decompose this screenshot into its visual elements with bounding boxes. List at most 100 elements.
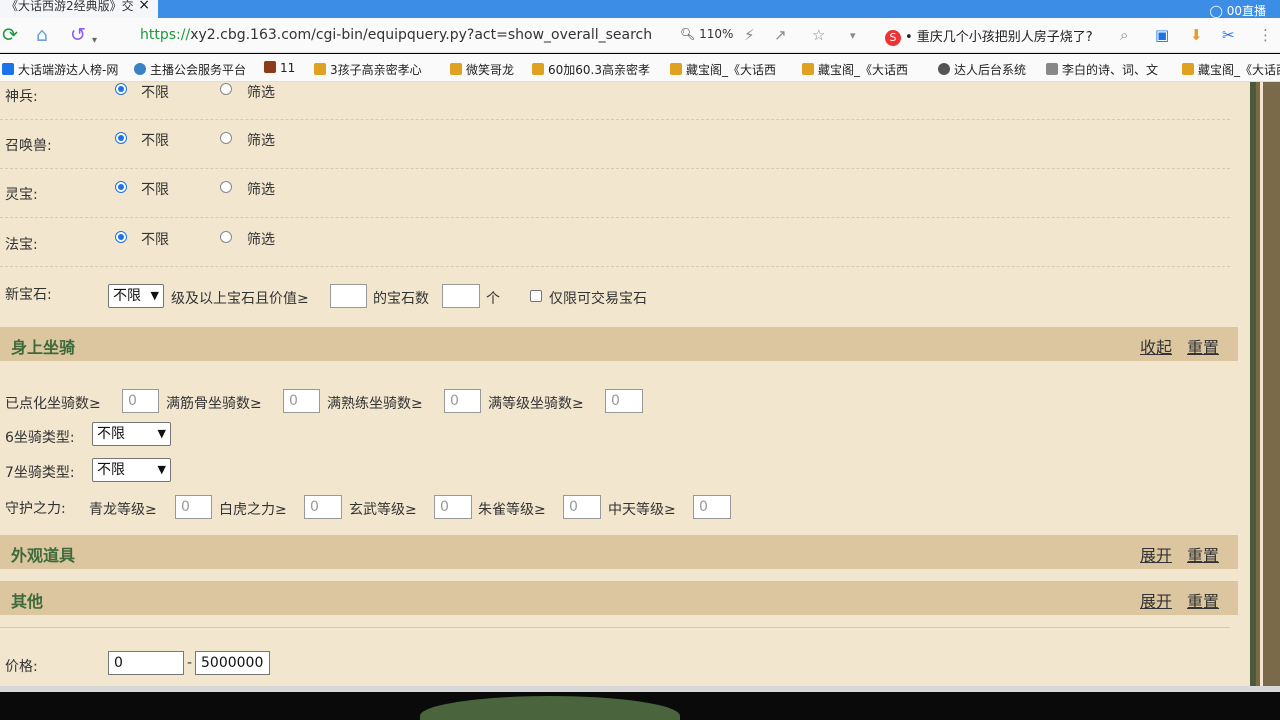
- guard-label: 玄武等级≥: [349, 502, 417, 518]
- filter-label: 法宝:: [5, 237, 38, 253]
- bookmarks-bar: 大话端游达人榜-网 主播公会服务平台 11 3孩子高亲密孝心 微笑哥龙 60加6…: [0, 54, 1280, 82]
- chevron-down-icon[interactable]: ▾: [850, 29, 856, 42]
- zoom-level: 110%: [699, 27, 734, 41]
- radio-filter[interactable]: [220, 83, 232, 95]
- bookmark-item[interactable]: 李白的诗、词、文: [1046, 61, 1168, 78]
- bookmark-item[interactable]: 3孩子高亲密孝心: [314, 61, 434, 78]
- stat-input[interactable]: 0: [444, 389, 481, 413]
- url-path: xy2.cbg.163.com/cgi-bin/equipquery.py?ac…: [190, 27, 653, 43]
- zoom-control[interactable]: 🔍︎ 110%: [680, 27, 733, 41]
- chevron-down-icon[interactable]: ▾: [92, 30, 97, 52]
- bookmark-icon: [532, 63, 544, 75]
- guard-label: 中天等级≥: [608, 502, 676, 518]
- bookmark-item[interactable]: 11: [264, 61, 304, 75]
- bookmark-item[interactable]: 大话端游达人榜-网: [2, 61, 124, 78]
- tools-icon[interactable]: ✂︎: [1222, 26, 1235, 44]
- guardian-power-row: 守护之力: 青龙等级≥ 0 白虎之力≥ 0 玄武等级≥ 0 朱雀等级≥ 0 中天…: [0, 492, 1230, 524]
- bookmark-item[interactable]: 主播公会服务平台: [134, 61, 254, 78]
- expand-link[interactable]: 展开: [1140, 542, 1172, 566]
- page-content: 神兵: 不限 筛选 召唤兽: 不限 筛选 灵宝: 不限 筛选 法宝: 不限 筛选…: [0, 82, 1280, 686]
- filter-label: 新宝石:: [5, 287, 52, 303]
- home-icon[interactable]: ⌂: [36, 24, 48, 46]
- expand-link[interactable]: 展开: [1140, 588, 1172, 612]
- radio-unlimited[interactable]: [115, 132, 127, 144]
- stat-input[interactable]: 0: [605, 389, 643, 413]
- undo-icon[interactable]: ↺: [70, 24, 86, 46]
- filter-row-lingbao: 灵宝: 不限 筛选: [0, 169, 1230, 218]
- bookmark-item[interactable]: 微笑哥龙: [450, 61, 522, 78]
- guard-input[interactable]: 0: [304, 495, 342, 519]
- guardian-label: 守护之力:: [5, 501, 66, 517]
- filter-label: 召唤兽:: [5, 138, 52, 154]
- bookmark-item[interactable]: 藏宝阁_《大话西: [1182, 61, 1280, 78]
- mount-stats-row: 已点化坐骑数≥ 0 满筋骨坐骑数≥ 0 满熟练坐骑数≥ 0 满等级坐骑数≥ 0: [0, 386, 1230, 416]
- radio-unlimited[interactable]: [115, 181, 127, 193]
- guard-label: 朱雀等级≥: [478, 502, 546, 518]
- reset-link[interactable]: 重置: [1187, 542, 1219, 566]
- bookmark-item[interactable]: 60加60.3高亲密孝: [532, 61, 654, 78]
- tab-title: 《大话西游2经典版》交: [6, 0, 134, 13]
- mount-section-header: 身上坐骑 收起 重置: [0, 327, 1238, 361]
- bookmark-icon: [264, 61, 276, 73]
- checkbox-label: 仅限可交易宝石: [549, 291, 647, 307]
- download-icon[interactable]: ⬇︎: [1190, 26, 1203, 44]
- gem-count-input[interactable]: [442, 284, 480, 308]
- section-title: 其他: [11, 592, 44, 611]
- lightning-icon[interactable]: ⚡︎: [744, 26, 755, 44]
- price-separator: -: [187, 655, 193, 671]
- gem-value-input[interactable]: [330, 284, 367, 308]
- url-field[interactable]: https://xy2.cbg.163.com/cgi-bin/equipque…: [140, 27, 652, 43]
- bookmark-icon: [1046, 63, 1058, 75]
- zoom-icon: 🔍︎: [680, 27, 696, 41]
- stat-input[interactable]: 0: [283, 389, 320, 413]
- reset-link[interactable]: 重置: [1187, 334, 1219, 358]
- radio-filter[interactable]: [220, 132, 232, 144]
- radio-filter[interactable]: [220, 181, 232, 193]
- tradable-gem-checkbox[interactable]: [530, 290, 542, 302]
- radio-unlimited[interactable]: [115, 231, 127, 243]
- gem-text: 的宝石数: [373, 291, 429, 307]
- guard-label: 青龙等级≥: [89, 502, 157, 518]
- guard-input[interactable]: 0: [563, 495, 601, 519]
- search-icon[interactable]: ⌕: [1120, 26, 1128, 44]
- stat-label: 满等级坐骑数≥: [488, 396, 584, 412]
- section-title: 身上坐骑: [11, 338, 76, 357]
- radio-label: 筛选: [247, 182, 275, 198]
- share-icon[interactable]: ↗: [774, 26, 787, 44]
- radio-label: 筛选: [247, 133, 275, 149]
- collapse-link[interactable]: 收起: [1140, 334, 1172, 358]
- stat-input[interactable]: 0: [122, 389, 159, 413]
- guard-input[interactable]: 0: [693, 495, 731, 519]
- guard-input[interactable]: 0: [434, 495, 472, 519]
- gem-level-select[interactable]: 不限 ▼: [108, 284, 164, 308]
- translate-icon[interactable]: ▣: [1155, 26, 1169, 44]
- radio-filter[interactable]: [220, 231, 232, 243]
- mount6-type-select[interactable]: 不限 ▼: [92, 422, 171, 446]
- stat-label: 满筋骨坐骑数≥: [166, 396, 262, 412]
- bookmark-item[interactable]: 藏宝阁_《大话西: [802, 61, 922, 78]
- horizontal-scrollbar[interactable]: [0, 686, 1280, 692]
- bookmark-item[interactable]: 藏宝阁_《大话西: [670, 61, 788, 78]
- star-icon[interactable]: ☆: [812, 26, 825, 44]
- mount7-type-row: 7坐骑类型: 不限 ▼: [0, 457, 1230, 485]
- chevron-down-icon: ▼: [150, 289, 159, 302]
- chevron-down-icon: ▼: [157, 427, 166, 440]
- gem-text: 个: [486, 291, 500, 307]
- browser-tab[interactable]: 《大话西游2经典版》交 ×: [0, 0, 158, 18]
- bookmark-item[interactable]: 达人后台系统: [938, 61, 1036, 78]
- mount-type-label: 6坐骑类型:: [5, 430, 75, 446]
- guard-input[interactable]: 0: [175, 495, 212, 519]
- reset-link[interactable]: 重置: [1187, 588, 1219, 612]
- radio-unlimited[interactable]: [115, 83, 127, 95]
- grid-icon[interactable]: ⋮: [1258, 26, 1273, 44]
- news-ticker[interactable]: S • 重庆几个小孩把别人房子烧了?: [885, 26, 1093, 46]
- bookmark-icon: [670, 63, 682, 75]
- other-section-header: 其他 展开 重置: [0, 581, 1238, 615]
- price-max-input[interactable]: 5000000: [195, 651, 270, 675]
- globe-icon: [938, 63, 950, 75]
- price-min-input[interactable]: 0: [108, 651, 184, 675]
- tab-close-icon[interactable]: ×: [138, 0, 150, 12]
- live-indicator: ◯ 00直播: [1209, 4, 1266, 18]
- refresh-icon[interactable]: ⟳: [2, 24, 18, 46]
- mount7-type-select[interactable]: 不限 ▼: [92, 458, 171, 482]
